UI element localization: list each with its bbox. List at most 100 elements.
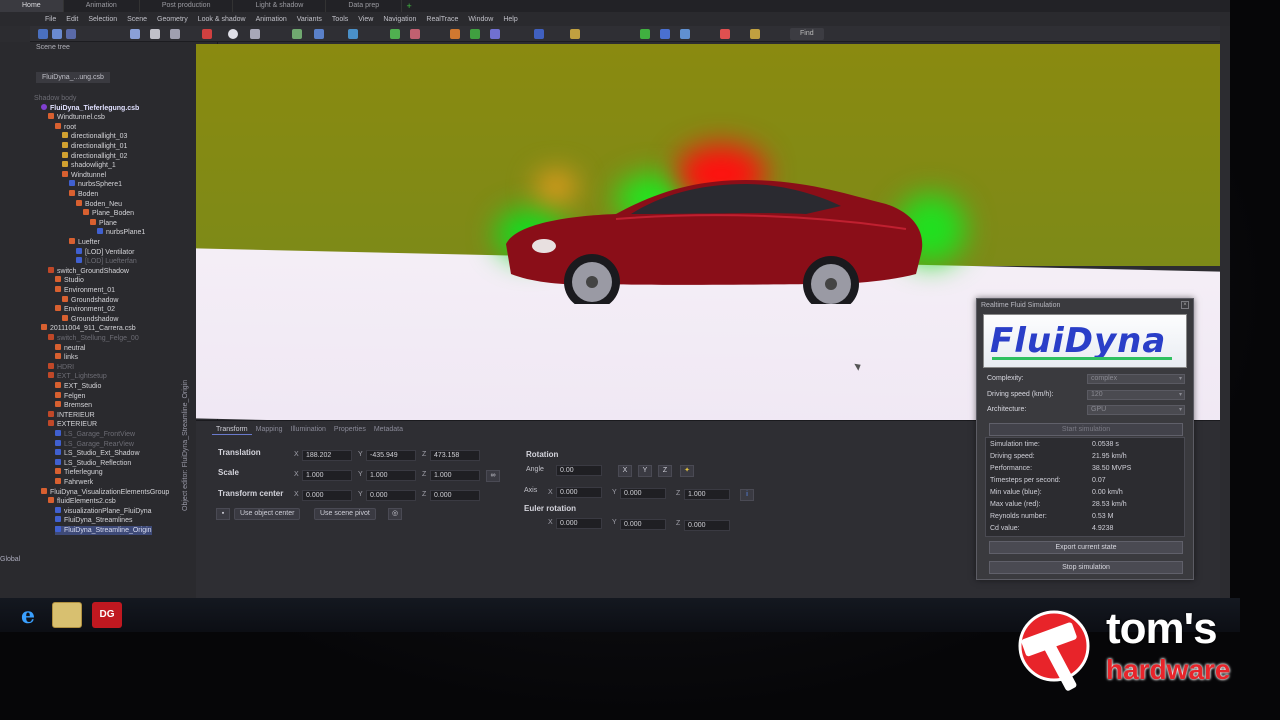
copy-icon[interactable] [170, 29, 180, 39]
pivot-options-icon[interactable]: ◎ [388, 508, 402, 520]
tree-item[interactable]: Boden_Neu [76, 199, 122, 209]
start-simulation-button[interactable]: Start simulation [989, 423, 1183, 436]
tree-item[interactable]: shadowlight_1 [62, 161, 116, 170]
menu-selection[interactable]: Selection [83, 16, 122, 23]
euler-z-field[interactable]: 0.000 [684, 520, 730, 531]
tree-item[interactable]: HDRI [48, 362, 74, 372]
menu-help[interactable]: Help [498, 16, 522, 23]
tree-item[interactable]: Groundshadow [62, 295, 118, 305]
tree-item[interactable]: Felgen [55, 391, 85, 401]
save-icon[interactable] [66, 29, 76, 39]
menu-variants[interactable]: Variants [292, 16, 327, 23]
stop-simulation-button[interactable]: Stop simulation [989, 561, 1183, 574]
menu-geometry[interactable]: Geometry [152, 16, 193, 23]
menu-scene[interactable]: Scene [122, 16, 152, 23]
tree-item[interactable]: [LOD] Luefterfan [76, 257, 137, 266]
fluid-icon[interactable] [640, 29, 650, 39]
tree-item[interactable]: directionallight_01 [62, 142, 127, 151]
export-current-state-button[interactable]: Export current state [989, 541, 1183, 554]
center-x-field[interactable]: 0.000 [302, 490, 352, 501]
tab-home[interactable]: Home [0, 0, 64, 12]
menu-view[interactable]: View [353, 16, 378, 23]
tree-item[interactable]: Groundshadow [62, 314, 118, 324]
stream-icon[interactable] [680, 29, 690, 39]
tree-item[interactable]: FluiDyna_Tieferlegung.csb [41, 103, 139, 113]
use-scene-pivot-button[interactable]: Use scene pivot [314, 508, 376, 520]
scale-y-field[interactable]: 1.000 [366, 470, 416, 481]
tab-metadata[interactable]: Metadata [370, 425, 407, 435]
menu-window[interactable]: Window [463, 16, 498, 23]
tree-item[interactable]: Tieferlegung [55, 468, 103, 477]
center-z-field[interactable]: 0.000 [430, 490, 480, 501]
tree-item[interactable]: nurbsSphere1 [69, 180, 122, 189]
tree-item[interactable]: Boden [69, 190, 98, 199]
tree-item[interactable]: directionallight_03 [62, 132, 127, 141]
tab-data-prep[interactable]: Data prep [326, 0, 403, 12]
internet-explorer-icon[interactable]: e [14, 602, 44, 629]
undo-icon[interactable] [130, 29, 140, 39]
link-scale-icon[interactable]: ∞ [486, 470, 500, 482]
tree-item[interactable]: FluiDyna_VisualizationElementsGroup [41, 487, 169, 497]
tree-item[interactable]: EXTERIEUR [48, 420, 97, 429]
pick-center-icon[interactable]: ▪ [216, 508, 230, 520]
tree-item[interactable]: Bremsen [55, 401, 92, 410]
clip-icon[interactable] [660, 29, 670, 39]
deltagen-icon[interactable]: DG [92, 602, 122, 628]
translation-z-field[interactable]: 473.158 [430, 450, 480, 461]
tree-item[interactable]: fluidElements2.csb [48, 497, 116, 506]
measure-icon[interactable] [570, 29, 580, 39]
menu-navigation[interactable]: Navigation [378, 16, 421, 23]
tree-item[interactable]: [LOD] Ventilator [76, 247, 134, 257]
find-button[interactable]: Find [790, 28, 824, 40]
translation-y-field[interactable]: -435.949 [366, 450, 416, 461]
center-y-field[interactable]: 0.000 [366, 490, 416, 501]
tree-item[interactable]: EXT_Lightsetup [48, 372, 107, 381]
tab-animation[interactable]: Animation [64, 0, 140, 12]
file-explorer-icon[interactable] [52, 602, 82, 628]
cut-icon[interactable] [150, 29, 160, 39]
tree-item[interactable]: LS_Studio_Reflection [55, 458, 131, 468]
navigation-icon[interactable] [390, 29, 400, 39]
scale-x-field[interactable]: 1.000 [302, 470, 352, 481]
scale-z-field[interactable]: 1.000 [430, 470, 480, 481]
tree-item[interactable]: Plane_Boden [83, 209, 134, 218]
complexity-select[interactable]: complex [1087, 374, 1185, 384]
camera-icon[interactable] [292, 29, 302, 39]
tab-post-production[interactable]: Post production [140, 0, 234, 12]
tree-item[interactable]: LS_Garage_FrontView [55, 430, 135, 439]
grid-icon[interactable] [534, 29, 544, 39]
tree-item[interactable]: LS_Garage_RearView [55, 439, 134, 449]
add-tab-icon[interactable]: + [402, 0, 416, 12]
tree-item[interactable]: FluiDyna_Streamline_Origin [55, 526, 152, 535]
menu-file[interactable]: File [40, 16, 61, 23]
angle-field[interactable]: 0.00 [556, 465, 602, 476]
translation-x-field[interactable]: 188.202 [302, 450, 352, 461]
variant-icon[interactable] [470, 29, 480, 39]
tree-item[interactable]: Fahrwerk [55, 478, 93, 487]
rotate-x-button[interactable]: X [618, 465, 632, 477]
annotation-icon[interactable] [720, 29, 730, 39]
tree-item[interactable]: Environment_01 [55, 286, 115, 295]
light-icon[interactable] [410, 29, 420, 39]
tab-transform[interactable]: Transform [212, 425, 252, 435]
rotate-y-button[interactable]: Y [638, 465, 652, 477]
tree-item[interactable]: EXT_Studio [55, 382, 101, 391]
rotate-z-button[interactable]: Z [658, 465, 672, 477]
tree-item[interactable]: switch_Stellung_Felge_00 [48, 334, 139, 343]
porsche-car-model[interactable] [506, 174, 926, 304]
tree-item[interactable]: FluiDyna_Streamlines [55, 516, 132, 525]
tree-item[interactable]: LS_Studio_Ext_Shadow [55, 449, 140, 458]
tree-item[interactable]: directionallight_02 [62, 151, 127, 161]
tree-item[interactable]: root [55, 122, 76, 132]
menu-edit[interactable]: Edit [61, 16, 83, 23]
render-icon[interactable] [228, 29, 238, 39]
tree-item[interactable]: Environment_02 [55, 305, 115, 314]
tree-item[interactable]: switch_GroundShadow [48, 266, 129, 276]
euler-y-field[interactable]: 0.000 [620, 519, 666, 530]
tab-light-shadow[interactable]: Light & shadow [233, 0, 327, 12]
tree-item[interactable]: Windtunnel [62, 170, 106, 180]
tab-illumination[interactable]: Illumination [287, 425, 330, 435]
tab-mapping[interactable]: Mapping [252, 425, 287, 435]
menu-animation[interactable]: Animation [251, 16, 292, 23]
axis-y-field[interactable]: 0.000 [620, 488, 666, 499]
